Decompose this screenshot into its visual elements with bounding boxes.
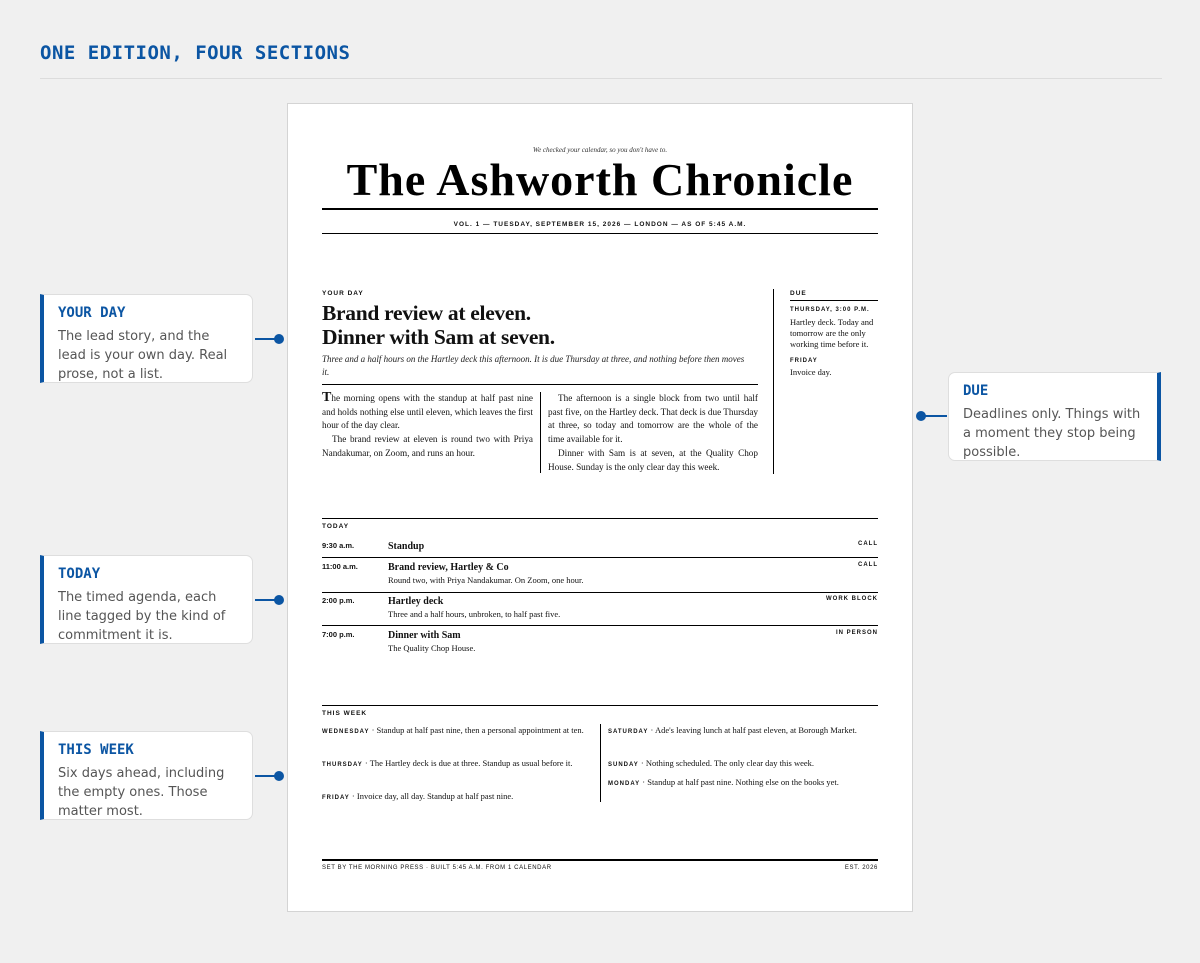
week-text: The Hartley deck is due at three. Standu…: [369, 758, 573, 768]
lead-column-1: The morning opens with the standup at ha…: [322, 390, 533, 461]
callout-your-day: YOUR DAY The lead story, and the lead is…: [40, 294, 253, 383]
callout-title: YOUR DAY: [58, 305, 126, 321]
agenda-desc: Round two, with Priya Nandakumar. On Zoo…: [388, 575, 584, 585]
agenda-title: Brand review, Hartley & Co: [388, 562, 509, 573]
agenda-type: CALL: [858, 541, 878, 547]
agenda-time: 7:00 p.m.: [322, 630, 355, 639]
callout-title: TODAY: [58, 566, 101, 582]
due-when: FRIDAY: [790, 358, 818, 364]
connector-dot: [274, 595, 284, 605]
masthead: The Ashworth Chronicle: [346, 154, 854, 205]
agenda-time: 9:30 a.m.: [322, 541, 355, 550]
agenda-title: Hartley deck: [388, 596, 444, 607]
dateline: VOL. 1 — TUESDAY, SEPTEMBER 15, 2026 — L…: [453, 221, 747, 228]
week-item: SATURDAY · Ade's leaving lunch at half p…: [608, 725, 857, 735]
callout-body: Deadlines only. Things with a moment the…: [963, 407, 1141, 460]
masthead-rule: [322, 208, 878, 210]
week-item: SUNDAY · Nothing scheduled. The only cle…: [608, 758, 815, 768]
due-kicker: DUE: [790, 290, 807, 297]
week-text: Standup at half past nine, then a person…: [376, 725, 584, 735]
week-day: SUNDAY: [608, 762, 639, 768]
week-day: THURSDAY: [322, 762, 363, 768]
week-rule: [322, 705, 878, 706]
agenda-title: Standup: [388, 541, 425, 552]
agenda-type: IN PERSON: [835, 630, 878, 636]
headline-line-1: Brand review at eleven.: [322, 301, 531, 325]
week-item: MONDAY · Standup at half past nine. Noth…: [608, 777, 839, 787]
week-text: Ade's leaving lunch at half past eleven,…: [654, 725, 857, 735]
callout-body: The lead story, and the lead is your own…: [58, 329, 228, 382]
paragraph: The morning opens with the standup at ha…: [322, 390, 533, 433]
due-text: Invoice day.: [790, 367, 832, 377]
paragraph-text: he morning opens with the standup at hal…: [322, 393, 533, 431]
agenda-time: 11:00 a.m.: [322, 562, 358, 571]
agenda-title: Dinner with Sam: [388, 630, 461, 641]
callout-today: TODAY The timed agenda, each line tagged…: [40, 555, 253, 644]
callout-title: DUE: [963, 383, 989, 399]
drop-cap: T: [322, 390, 332, 405]
week-text: Standup at half past nine. Nothing else …: [647, 777, 839, 787]
agenda-type: CALL: [858, 562, 878, 568]
week-text: Nothing scheduled. The only clear day th…: [645, 758, 815, 768]
week-item: FRIDAY · Invoice day, all day. Standup a…: [322, 791, 514, 801]
footer-rule: [322, 859, 878, 861]
today-rule: [322, 518, 878, 519]
week-divider: [600, 724, 601, 802]
your-day-kicker: YOUR DAY: [322, 290, 364, 297]
deck-rule: [322, 384, 758, 385]
week-day: MONDAY: [608, 781, 641, 787]
agenda-divider: [322, 592, 878, 593]
due-text: Hartley deck. Today and tomorrow are the…: [790, 317, 874, 349]
connector-dot: [916, 411, 926, 421]
today-kicker: TODAY: [322, 523, 350, 530]
due-list: THURSDAY, 3:00 P.M. Hartley deck. Today …: [790, 307, 880, 378]
agenda-desc: The Quality Chop House.: [388, 643, 476, 653]
callout-due: DUE Deadlines only. Things with a moment…: [948, 372, 1161, 461]
agenda-divider: [322, 557, 878, 558]
callout-body: The timed agenda, each line tagged by th…: [58, 590, 226, 643]
agenda-divider: [322, 625, 878, 626]
due-when: THURSDAY, 3:00 P.M.: [790, 307, 870, 313]
footer-left: SET BY THE MORNING PRESS · BUILT 5:45 A.…: [322, 865, 552, 871]
newspaper-page: We checked your calendar, so you don't h…: [287, 103, 913, 912]
connector-dot: [274, 771, 284, 781]
callout-this-week: THIS WEEK Six days ahead, including the …: [40, 731, 253, 820]
due-rule: [790, 300, 878, 301]
callout-title: THIS WEEK: [58, 742, 134, 758]
lead-headline: Brand review at eleven. Dinner with Sam …: [322, 301, 742, 349]
column-divider: [540, 392, 541, 473]
week-day: SATURDAY: [608, 729, 649, 735]
header-divider: [40, 78, 1162, 79]
week-item: WEDNESDAY · Standup at half past nine, t…: [322, 725, 584, 735]
agenda-type: WORK BLOCK: [826, 596, 878, 602]
paragraph: Dinner with Sam is at seven, at the Qual…: [548, 447, 758, 472]
week-kicker: THIS WEEK: [322, 710, 368, 717]
dateline-rule: [322, 233, 878, 234]
agenda-time: 2:00 p.m.: [322, 596, 355, 605]
connector-dot: [274, 334, 284, 344]
week-day: WEDNESDAY: [322, 729, 370, 735]
callout-body: Six days ahead, including the empty ones…: [58, 766, 225, 819]
week-text: Invoice day, all day. Standup at half pa…: [356, 791, 514, 801]
headline-line-2: Dinner with Sam at seven.: [322, 325, 555, 349]
paragraph: The afternoon is a single block from two…: [548, 393, 758, 445]
week-day: FRIDAY: [322, 795, 350, 801]
paragraph: The brand review at eleven is round two …: [322, 434, 533, 458]
due-divider: [773, 289, 774, 474]
lead-deck: Three and a half hours on the Hartley de…: [322, 354, 745, 377]
agenda-desc: Three and a half hours, unbroken, to hal…: [388, 609, 561, 619]
page-header: ONE EDITION, FOUR SECTIONS: [40, 42, 351, 64]
footer-right: EST. 2026: [844, 865, 878, 871]
lead-column-2: The afternoon is a single block from two…: [548, 392, 758, 474]
week-item: THURSDAY · The Hartley deck is due at th…: [322, 758, 573, 768]
